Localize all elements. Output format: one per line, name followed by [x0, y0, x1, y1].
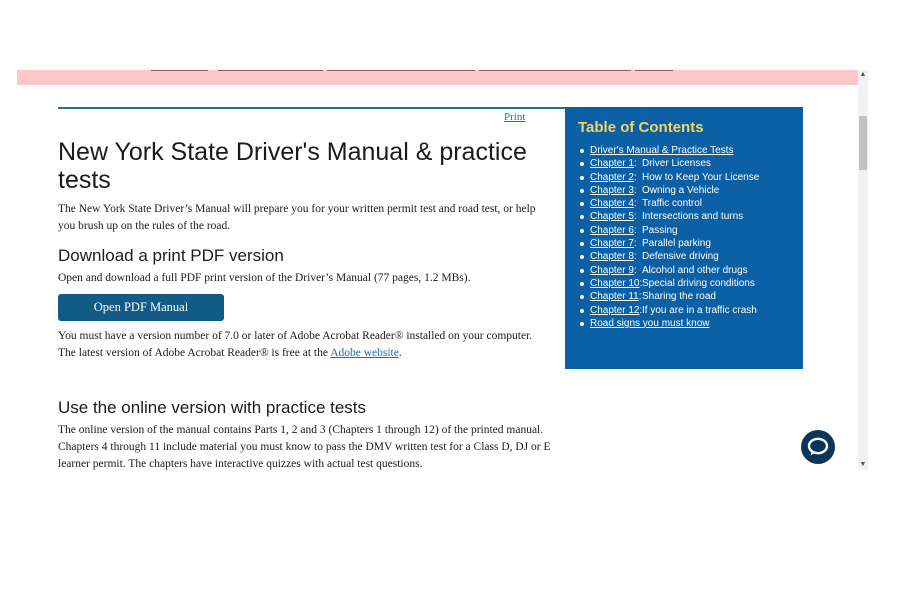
- toc-link-chapter-12[interactable]: Chapter 12: [590, 305, 639, 316]
- top-nav-bar: [17, 70, 858, 85]
- toc-item-road-signs[interactable]: Road signs you must know: [578, 317, 803, 330]
- toc-chapter-id: Chapter 1:: [590, 157, 642, 170]
- toc-chapter-id: Chapter 9:: [590, 264, 642, 277]
- toc-chapter-name: If you are in a traffic crash: [642, 304, 757, 316]
- toc-link-chapter-4[interactable]: Chapter 4: [590, 198, 634, 209]
- toc-chapter-name: Parallel parking: [642, 238, 711, 250]
- toc-separator: :: [633, 171, 637, 183]
- adobe-website-link[interactable]: Adobe website: [330, 347, 399, 359]
- toc-item-chapter-3[interactable]: Chapter 3: Owning a Vehicle: [578, 184, 803, 197]
- intro-text: The New York State Driver’s Manual will …: [58, 203, 536, 232]
- toc-separator: :: [633, 264, 637, 276]
- toc-item-chapter-9[interactable]: Chapter 9: Alcohol and other drugs: [578, 264, 803, 277]
- triangle-up-icon[interactable]: ▲: [858, 70, 868, 80]
- toc-item-chapter-12[interactable]: Chapter 12:If you are in a traffic crash: [578, 304, 803, 317]
- acrobat-text-after: .: [398, 347, 402, 359]
- toc-item-chapter-4[interactable]: Chapter 4: Traffic control: [578, 197, 803, 210]
- online-text: The online version of the manual contain…: [58, 424, 551, 470]
- toc-item-chapter-11[interactable]: Chapter 11:Sharing the road: [578, 290, 803, 303]
- toc-item-chapter-8[interactable]: Chapter 8: Defensive driving: [578, 250, 803, 263]
- toc-link-chapter-6[interactable]: Chapter 6: [590, 225, 634, 236]
- toc-chapter-id: Chapter 5:: [590, 210, 642, 223]
- toc-chapter-name: Special driving conditions: [642, 277, 755, 289]
- table-of-contents: Table of Contents Driver's Manual & Prac…: [565, 107, 803, 369]
- toc-list: Driver's Manual & Practice Tests Chapter…: [578, 144, 803, 330]
- nav-divider: [151, 70, 208, 71]
- toc-chapter-name: Sharing the road: [642, 291, 716, 303]
- toc-chapter-name: Owning a Vehicle: [642, 184, 720, 196]
- toc-chapter-id: Chapter 10:: [590, 277, 642, 290]
- page-viewport: Print New York State Driver's Manual & p…: [17, 70, 868, 470]
- toc-link-road-signs[interactable]: Road signs you must know: [590, 318, 710, 329]
- print-link[interactable]: Print: [504, 111, 525, 123]
- toc-chapter-name: Driver Licenses: [642, 158, 711, 170]
- toc-separator: :: [633, 224, 637, 236]
- toc-chapter-name: Traffic control: [642, 198, 703, 210]
- toc-chapter-name: How to Keep Your License: [642, 171, 760, 183]
- toc-item-chapter-2[interactable]: Chapter 2: How to Keep Your License: [578, 171, 803, 184]
- toc-separator: :: [633, 158, 637, 170]
- toc-item-chapter-6[interactable]: Chapter 6: Passing: [578, 224, 803, 237]
- toc-link-chapter-9[interactable]: Chapter 9: [590, 265, 634, 276]
- toc-item-chapter-10[interactable]: Chapter 10:Special driving conditions: [578, 277, 803, 290]
- toc-separator: :: [633, 211, 637, 223]
- toc-chapter-name: Alcohol and other drugs: [642, 264, 748, 276]
- toc-link-chapter-11[interactable]: Chapter 11: [590, 291, 639, 302]
- open-pdf-manual-button[interactable]: Open PDF Manual: [58, 294, 224, 321]
- download-heading: Download a print PDF version: [58, 246, 284, 265]
- toc-item-manual[interactable]: Driver's Manual & Practice Tests: [578, 144, 803, 157]
- toc-title: Table of Contents: [578, 119, 704, 136]
- toc-link-chapter-1[interactable]: Chapter 1: [590, 158, 634, 169]
- chat-bubble-icon: [807, 437, 829, 456]
- toc-separator: :: [633, 251, 637, 263]
- toc-link-manual[interactable]: Driver's Manual & Practice Tests: [590, 145, 733, 156]
- toc-item-chapter-7[interactable]: Chapter 7: Parallel parking: [578, 237, 803, 250]
- toc-link-chapter-2[interactable]: Chapter 2: [590, 172, 634, 183]
- toc-chapter-id: Chapter 12:: [590, 304, 642, 317]
- toc-separator: :: [633, 198, 637, 210]
- nav-divider: [635, 70, 673, 71]
- toc-chapter-id: Chapter 2:: [590, 171, 642, 184]
- nav-divider: [479, 70, 631, 71]
- online-heading: Use the online version with practice tes…: [58, 398, 367, 417]
- page-title: New York State Driver's Manual & practic…: [58, 138, 527, 194]
- toc-item-chapter-5[interactable]: Chapter 5: Intersections and turns: [578, 210, 803, 223]
- toc-link-chapter-10[interactable]: Chapter 10: [590, 278, 639, 289]
- toc-chapter-name: Intersections and turns: [642, 211, 744, 223]
- toc-chapter-name: Passing: [642, 224, 678, 236]
- toc-link-chapter-7[interactable]: Chapter 7: [590, 238, 634, 249]
- nav-divider: [327, 70, 475, 71]
- toc-chapter-id: Chapter 3:: [590, 184, 642, 197]
- triangle-down-icon[interactable]: ▼: [858, 460, 868, 470]
- toc-chapter-id: Chapter 11:: [590, 290, 642, 303]
- content-top-rule: [58, 107, 565, 109]
- toc-item-chapter-1[interactable]: Chapter 1: Driver Licenses: [578, 157, 803, 170]
- toc-separator: :: [633, 238, 637, 250]
- toc-chapter-id: Chapter 4:: [590, 197, 642, 210]
- toc-chapter-id: Chapter 8:: [590, 250, 642, 263]
- toc-chapter-id: Chapter 7:: [590, 237, 642, 250]
- chat-button[interactable]: [801, 430, 835, 464]
- acrobat-text: You must have a version number of 7.0 or…: [58, 328, 548, 362]
- toc-chapter-name: Defensive driving: [642, 251, 719, 263]
- toc-link-chapter-5[interactable]: Chapter 5: [590, 211, 634, 222]
- nav-divider: [218, 70, 323, 71]
- acrobat-text-before: You must have a version number of 7.0 or…: [58, 330, 533, 359]
- toc-link-chapter-8[interactable]: Chapter 8: [590, 251, 634, 262]
- vertical-scrollbar[interactable]: ▲ ▼: [858, 70, 868, 470]
- scrollbar-thumb[interactable]: [859, 116, 867, 170]
- toc-chapter-id: Chapter 6:: [590, 224, 642, 237]
- toc-separator: :: [633, 184, 637, 196]
- download-text: Open and download a full PDF print versi…: [58, 272, 471, 284]
- toc-link-chapter-3[interactable]: Chapter 3: [590, 185, 634, 196]
